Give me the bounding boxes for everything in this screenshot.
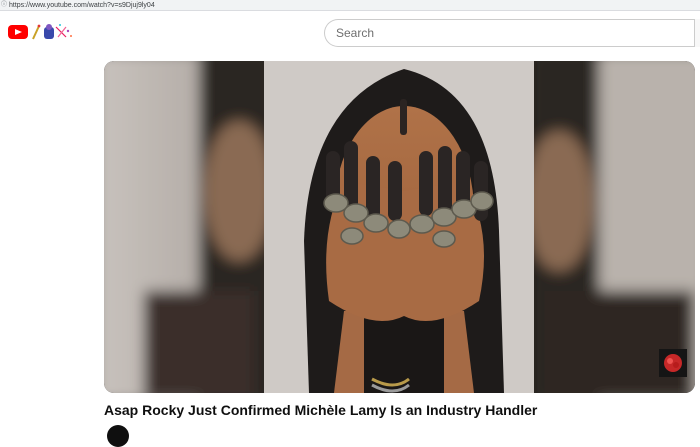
channel-watermark-icon[interactable] [659, 349, 687, 377]
search-box[interactable] [324, 19, 698, 47]
channel-avatar[interactable] [107, 425, 129, 447]
blurred-right-panel [524, 61, 695, 393]
address-url[interactable]: https://www.youtube.com/watch?v=s9Djuj9l… [9, 2, 155, 9]
youtube-logo-icon[interactable] [8, 25, 28, 39]
masthead [0, 12, 700, 52]
browser-address-bar[interactable]: ⓘ https://www.youtube.com/watch?v=s9Djuj… [0, 0, 700, 11]
video-player[interactable] [104, 61, 695, 393]
search-input[interactable] [336, 26, 698, 40]
doodle-decoration-icon[interactable] [30, 21, 76, 43]
video-thumbnail-image [264, 61, 534, 393]
video-title: Asap Rocky Just Confirmed Michèle Lamy I… [104, 402, 538, 418]
page-info-icon[interactable]: ⓘ [1, 1, 7, 9]
play-triangle-icon [15, 28, 22, 35]
search-button[interactable] [694, 19, 700, 47]
blurred-left-panel [104, 61, 274, 393]
video-frame [104, 61, 695, 393]
